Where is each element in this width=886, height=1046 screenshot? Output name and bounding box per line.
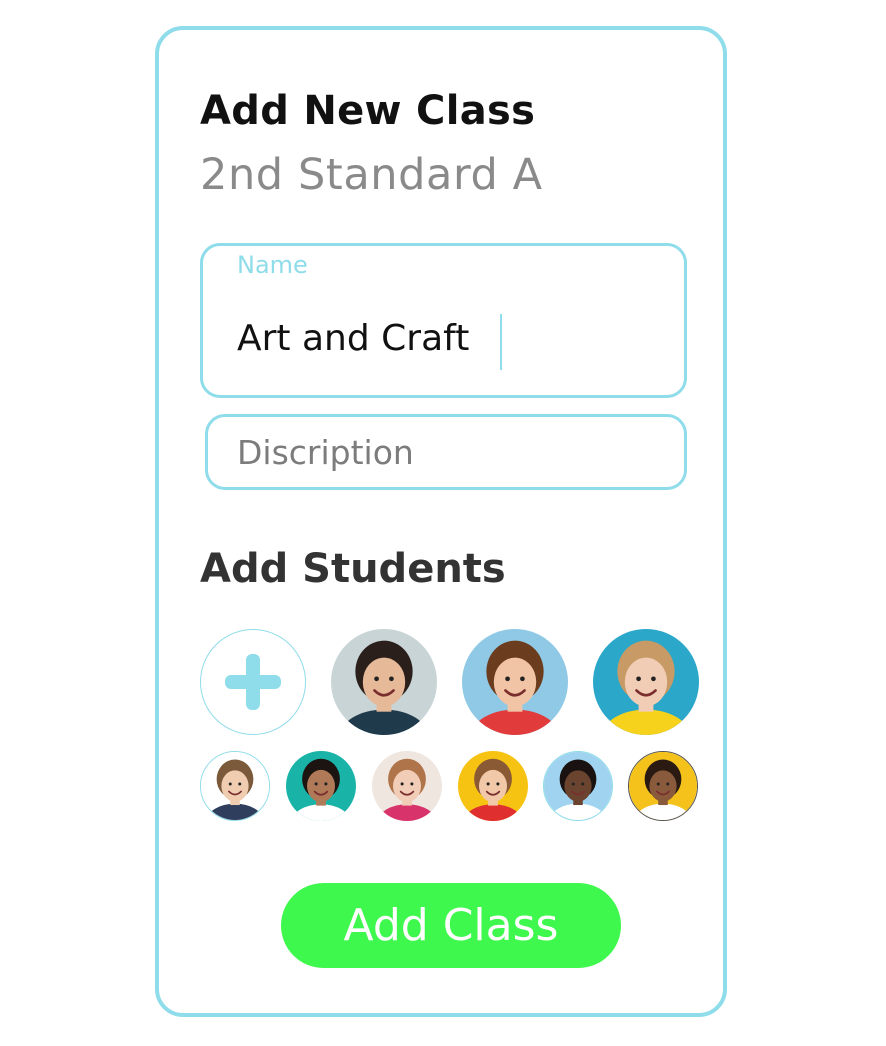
name-field-value[interactable]: Art and Craft xyxy=(237,318,469,359)
student-avatar-5[interactable] xyxy=(286,751,356,821)
add-student-button[interactable] xyxy=(200,629,306,735)
student-photo xyxy=(372,751,442,821)
student-avatar-6[interactable] xyxy=(372,751,442,821)
student-avatar-8[interactable] xyxy=(543,751,613,821)
description-placeholder[interactable]: Discription xyxy=(237,433,414,472)
class-subtitle: 2nd Standard A xyxy=(200,150,543,200)
student-avatar-7[interactable] xyxy=(458,751,528,821)
student-photo xyxy=(286,751,356,821)
add-students-heading: Add Students xyxy=(200,546,506,592)
student-avatar-3[interactable] xyxy=(593,629,699,735)
text-caret xyxy=(500,314,502,370)
student-photo xyxy=(629,752,697,820)
student-photo xyxy=(593,629,699,735)
student-avatar-1[interactable] xyxy=(331,629,437,735)
student-photo xyxy=(201,752,269,820)
name-field-label: Name xyxy=(237,251,308,279)
add-class-button[interactable]: Add Class xyxy=(281,883,621,968)
student-avatar-2[interactable] xyxy=(462,629,568,735)
student-photo xyxy=(458,751,528,821)
student-photo xyxy=(544,752,612,820)
student-avatar-9[interactable] xyxy=(628,751,698,821)
student-avatar-4[interactable] xyxy=(200,751,270,821)
page-title: Add New Class xyxy=(200,88,536,134)
student-photo xyxy=(462,629,568,735)
student-photo xyxy=(331,629,437,735)
